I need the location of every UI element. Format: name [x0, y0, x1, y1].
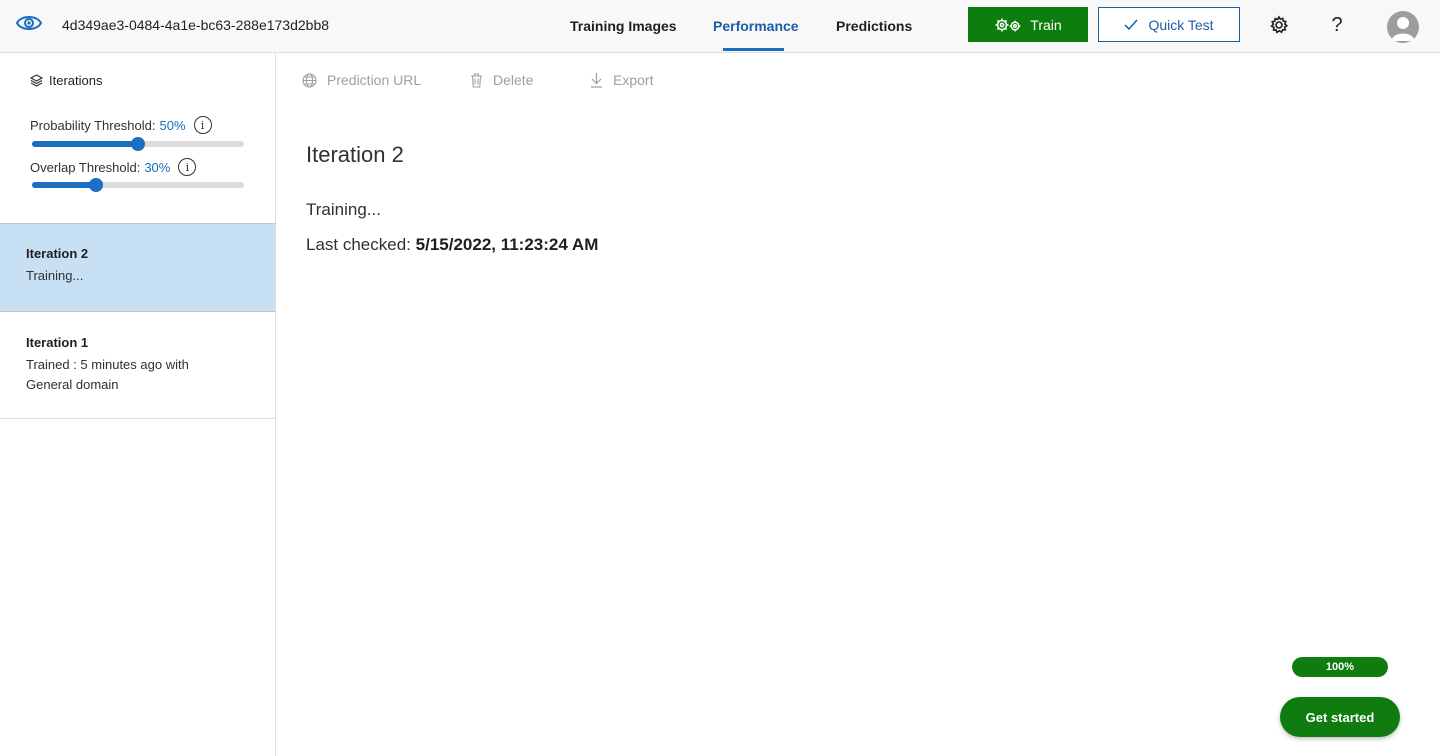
last-checked: Last checked: 5/15/2022, 11:23:24 AM	[306, 235, 598, 255]
overlap-threshold-slider[interactable]	[32, 178, 244, 192]
tab-predictions[interactable]: Predictions	[836, 18, 912, 34]
quick-test-label: Quick Test	[1148, 16, 1214, 33]
iteration-item-2[interactable]: Iteration 2 Training...	[0, 224, 275, 311]
iteration-status: Trained : 5 minutes ago with	[26, 357, 189, 372]
overlap-threshold-value: 30%	[144, 159, 171, 175]
export-button[interactable]: Export	[590, 72, 653, 88]
app-header: 4d349ae3-0484-4a1e-bc63-288e173d2bb8 Tra…	[0, 0, 1440, 53]
avatar[interactable]	[1387, 11, 1419, 43]
iteration-title: Iteration 1	[26, 335, 89, 350]
overlap-threshold-label: Overlap Threshold: 30% i	[30, 158, 197, 176]
info-icon[interactable]: i	[193, 116, 212, 134]
get-started-button[interactable]: Get started	[1280, 697, 1400, 737]
training-status: Training...	[306, 200, 381, 219]
eye-icon[interactable]	[16, 12, 42, 34]
tab-performance[interactable]: Performance	[713, 18, 799, 34]
iteration-status: Training...	[26, 268, 84, 283]
iterations-header: Iterations	[30, 73, 102, 88]
delete-button[interactable]: Delete	[470, 72, 533, 88]
project-id: 4d349ae3-0484-4a1e-bc63-288e173d2bb8	[62, 17, 330, 33]
iteration-status-domain: General domain	[26, 377, 119, 392]
iteration-item-1[interactable]: Iteration 1 Trained : 5 minutes ago with…	[0, 312, 275, 418]
last-checked-label: Last checked:	[306, 235, 411, 254]
iteration-title: Iteration 2	[26, 246, 89, 261]
slider-thumb[interactable]	[88, 178, 103, 192]
gears-icon	[995, 18, 1021, 31]
iterations-label: Iterations	[49, 73, 103, 88]
divider	[0, 418, 276, 419]
prediction-url-button[interactable]: Prediction URL	[302, 72, 421, 88]
tab-training-images[interactable]: Training Images	[570, 18, 677, 34]
trash-icon	[471, 72, 482, 88]
probability-threshold-label: Probability Threshold: 50% i	[30, 116, 212, 134]
quick-test-button[interactable]: Quick Test	[1098, 7, 1240, 42]
onboarding-progress-bar: 100%	[1292, 657, 1388, 677]
info-icon[interactable]: i	[178, 158, 197, 176]
train-label: Train	[1030, 16, 1062, 33]
download-icon	[591, 73, 602, 88]
gear-icon[interactable]	[1268, 14, 1290, 36]
probability-threshold-slider[interactable]	[32, 137, 244, 151]
slider-fill	[32, 141, 138, 147]
train-button[interactable]: Train	[968, 7, 1088, 42]
active-tab-indicator	[723, 48, 784, 51]
progress-text: 100%	[1325, 661, 1355, 673]
iteration-heading: Iteration 2	[306, 142, 404, 167]
last-checked-value: 5/15/2022, 11:23:24 AM	[415, 235, 599, 254]
help-icon[interactable]: ?	[1326, 14, 1348, 36]
globe-icon	[302, 72, 317, 88]
probability-threshold-value: 50%	[159, 117, 186, 133]
checkmark-icon	[1124, 19, 1138, 30]
iterations-sidebar: Iterations Probability Threshold: 50% i …	[0, 53, 276, 756]
layers-icon	[30, 74, 43, 87]
slider-fill	[32, 182, 96, 188]
slider-thumb[interactable]	[131, 137, 145, 151]
